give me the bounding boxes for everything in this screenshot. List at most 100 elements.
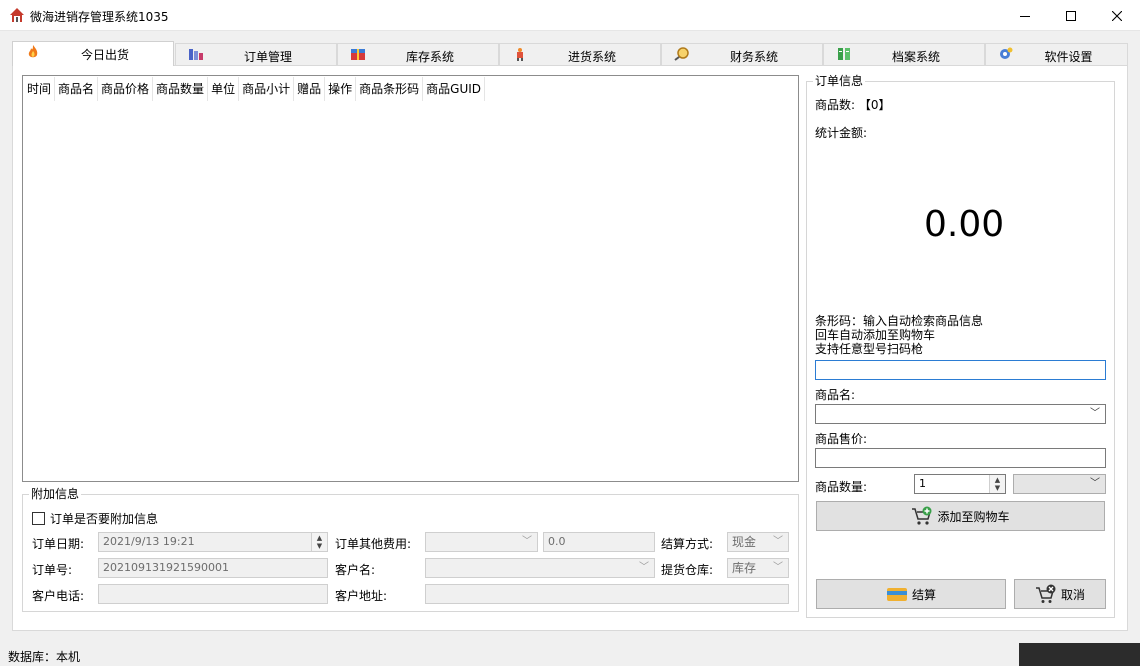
total-amount-label: 统计金额: xyxy=(815,126,868,140)
column-header[interactable]: 商品名 xyxy=(55,77,99,101)
unit-select[interactable]: ﹀ xyxy=(1013,474,1106,494)
total-amount-value: 0.00 xyxy=(924,204,1005,245)
other-fee-amount-input[interactable]: 0.0 xyxy=(543,532,655,552)
order-number-input[interactable]: 202109131921590001 xyxy=(98,558,328,578)
product-name-select[interactable]: ﹀ xyxy=(815,404,1106,424)
other-fee-type-select[interactable]: ﹀ xyxy=(425,532,538,552)
payment-method-select[interactable]: 现金 ﹀ xyxy=(727,532,789,552)
tab-label: 进货系统 xyxy=(567,50,616,64)
column-header[interactable]: 商品GUID xyxy=(423,77,486,101)
order-items-grid[interactable]: 时间 商品名 商品价格 商品数量 单位 商品小计 赠品 操作 商品条形码 商品G… xyxy=(22,75,799,482)
payment-method-label: 结算方式: xyxy=(661,537,714,551)
chevron-down-icon: ﹀ xyxy=(1090,478,1100,489)
tab-finance-system[interactable]: 财务系统 xyxy=(661,43,823,65)
cancel-button[interactable]: 取消 xyxy=(1014,579,1106,609)
house-icon xyxy=(10,8,24,22)
tab-label: 财务系统 xyxy=(729,50,778,64)
order-number-value: 202109131921590001 xyxy=(103,561,229,574)
order-number-label: 订单号: xyxy=(32,563,73,577)
other-fee-value: 0.0 xyxy=(548,535,566,548)
item-count-value: 【0】 xyxy=(858,98,891,112)
tab-label: 库存系统 xyxy=(405,50,454,64)
column-header[interactable]: 操作 xyxy=(325,77,357,101)
cancel-label: 取消 xyxy=(1060,587,1085,602)
minimize-button[interactable] xyxy=(1002,0,1048,31)
books-icon xyxy=(189,49,203,60)
gear-icon xyxy=(1000,47,1013,59)
delivery-icon xyxy=(517,48,523,61)
cart-remove-icon xyxy=(1035,584,1056,603)
maximize-icon xyxy=(1066,10,1076,21)
attach-info-checkbox[interactable]: 订单是否要附加信息 xyxy=(32,510,158,527)
minimize-icon xyxy=(1020,15,1030,17)
tab-purchase-system[interactable]: 进货系统 xyxy=(499,43,661,65)
column-header[interactable]: 赠品 xyxy=(294,77,326,101)
order-date-value: 2021/9/13 19:21 xyxy=(103,535,195,548)
group-legend: 订单信息 xyxy=(813,73,866,89)
barcode-hint-line: 条形码：输入自动检索商品信息 xyxy=(815,314,984,328)
checkbox-label: 订单是否要附加信息 xyxy=(50,512,159,526)
fire-icon xyxy=(28,45,38,58)
warehouse-value: 库存 xyxy=(732,561,757,575)
checkout-label: 结算 xyxy=(911,587,936,602)
tab-archive-system[interactable]: 档案系统 xyxy=(823,43,985,65)
close-icon xyxy=(1112,10,1122,21)
barcode-input[interactable] xyxy=(815,360,1106,380)
title-bar: 微海进销存管理系统1035 xyxy=(0,0,1140,31)
warehouse-select[interactable]: 库存 ﹀ xyxy=(727,558,789,578)
column-header[interactable]: 商品条形码 xyxy=(356,77,424,101)
quantity-value: 1 xyxy=(919,477,926,490)
customer-name-label: 客户名: xyxy=(335,563,376,577)
main-tab-strip: 今日出货 订单管理 库存系统 进货系统 财务系统 档案系统 软件设置 xyxy=(12,41,1128,66)
archive-icon xyxy=(838,48,850,60)
column-header[interactable]: 商品数量 xyxy=(153,77,209,101)
checkout-button[interactable]: 结算 xyxy=(816,579,1006,609)
quantity-label: 商品数量: xyxy=(815,480,868,494)
tab-label: 软件设置 xyxy=(1044,50,1093,64)
tab-label: 今日出货 xyxy=(80,48,129,62)
taskbar-fragment xyxy=(1019,643,1140,666)
column-header[interactable]: 单位 xyxy=(208,77,240,101)
gift-box-icon xyxy=(351,49,365,60)
customer-phone-input[interactable] xyxy=(98,584,328,604)
tab-inventory-system[interactable]: 库存系统 xyxy=(337,43,499,65)
column-header[interactable]: 时间 xyxy=(24,77,56,101)
window-title: 微海进销存管理系统1035 xyxy=(30,10,169,24)
customer-phone-label: 客户电话: xyxy=(32,589,85,603)
maximize-button[interactable] xyxy=(1048,0,1094,31)
chevron-down-icon: ﹀ xyxy=(773,536,783,547)
tab-software-settings[interactable]: 软件设置 xyxy=(985,43,1128,65)
add-to-cart-button[interactable]: 添加至购物车 xyxy=(816,501,1105,531)
database-status: 数据库：本机 xyxy=(8,650,81,664)
quantity-stepper[interactable]: 1 ▲ ▼ xyxy=(914,474,1006,494)
warehouse-label: 提货仓库: xyxy=(661,563,714,577)
customer-address-input[interactable] xyxy=(425,584,789,604)
checkbox-box[interactable] xyxy=(32,512,45,525)
status-bar: 数据库：本机 xyxy=(0,642,1140,666)
add-to-cart-label: 添加至购物车 xyxy=(937,509,1010,524)
payment-method-value: 现金 xyxy=(732,535,757,549)
sale-price-label: 商品售价: xyxy=(815,432,868,446)
tab-order-management[interactable]: 订单管理 xyxy=(175,43,337,65)
item-count-label: 商品数: xyxy=(815,98,856,112)
order-date-picker[interactable]: 2021/9/13 19:21 ▲ ▼ xyxy=(98,532,328,552)
sale-price-input[interactable] xyxy=(815,448,1106,468)
chevron-down-icon: ﹀ xyxy=(639,562,649,573)
column-header[interactable]: 商品小计 xyxy=(239,77,295,101)
close-button[interactable] xyxy=(1094,0,1140,31)
chevron-down-icon: ﹀ xyxy=(522,536,532,547)
customer-address-label: 客户地址: xyxy=(335,589,388,603)
cart-add-icon xyxy=(912,506,932,525)
item-count: 商品数: 【0】 xyxy=(815,96,891,113)
wallet-icon xyxy=(886,588,907,601)
spinner-icon[interactable]: ▲ ▼ xyxy=(989,475,1005,493)
other-fee-label: 订单其他费用: xyxy=(335,537,412,551)
barcode-hint: 条形码：输入自动检索商品信息 回车自动添加至购物车 支持任意型号扫码枪 xyxy=(815,314,983,356)
customer-name-select[interactable]: ﹀ xyxy=(425,558,655,578)
spinner-icon[interactable]: ▲ ▼ xyxy=(311,533,327,551)
column-header[interactable]: 商品价格 xyxy=(98,77,154,101)
magnifier-icon xyxy=(674,47,689,61)
grid-header: 时间 商品名 商品价格 商品数量 单位 商品小计 赠品 操作 商品条形码 商品G… xyxy=(24,77,486,101)
order-date-label: 订单日期: xyxy=(32,537,85,551)
tab-today-shipping[interactable]: 今日出货 xyxy=(12,41,174,66)
